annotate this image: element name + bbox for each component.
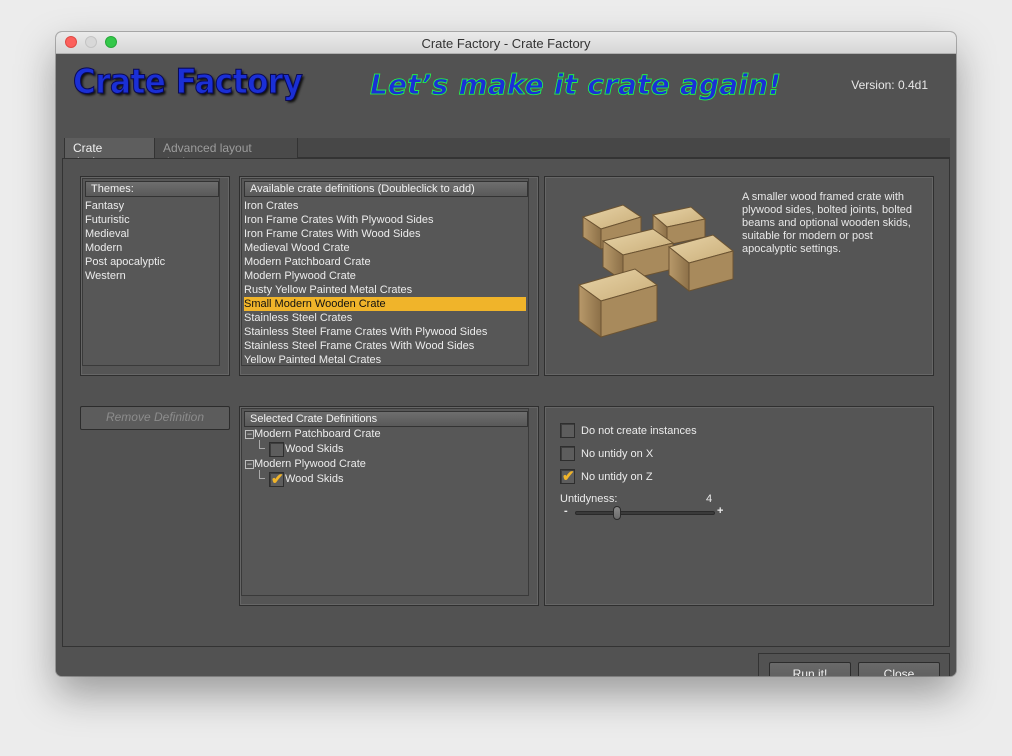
preview-box: A smaller wood framed crate with plywood… bbox=[544, 176, 934, 376]
crate-definition-item[interactable]: Iron Frame Crates With Wood Sides bbox=[244, 227, 526, 241]
collapse-icon[interactable]: − bbox=[245, 460, 254, 469]
available-header: Available crate definitions (Doubleclick… bbox=[244, 181, 528, 197]
crate-definition-item[interactable]: Small Modern Wooden Crate bbox=[244, 297, 526, 311]
app-logo: Crate Factory bbox=[72, 62, 303, 102]
theme-item[interactable]: Modern bbox=[85, 241, 122, 255]
crate-definition-item[interactable]: Iron Crates bbox=[244, 199, 526, 213]
crate-definition-item[interactable]: Modern Plywood Crate bbox=[244, 269, 526, 283]
crate-definition-item[interactable]: Stainless Steel Crates bbox=[244, 311, 526, 325]
no-untidy-z-label: No untidy on Z bbox=[581, 471, 653, 483]
untidyness-value: 4 bbox=[706, 493, 713, 505]
crate-definition-item[interactable]: Stainless Steel Frame Crates With Plywoo… bbox=[244, 325, 526, 339]
collapse-icon[interactable]: − bbox=[245, 430, 254, 439]
theme-item[interactable]: Futuristic bbox=[85, 213, 130, 227]
crate-preview-image bbox=[577, 204, 735, 338]
theme-item[interactable]: Post apocalyptic bbox=[85, 255, 165, 269]
theme-item[interactable]: Western bbox=[85, 269, 126, 283]
crate-definition-item[interactable]: Modern Patchboard Crate bbox=[244, 255, 526, 269]
crate-definition-item[interactable]: Iron Frame Crates With Plywood Sides bbox=[244, 213, 526, 227]
window-title: Crate Factory - Crate Factory bbox=[421, 36, 591, 51]
wood-skids-checkbox-2[interactable]: ✔ bbox=[269, 471, 284, 488]
crate-definition-item[interactable]: Stainless Steel Frame Crates With Wood S… bbox=[244, 339, 526, 353]
selected-defs-box: Selected Crate Definitions − Modern Patc… bbox=[239, 406, 539, 606]
tree-connector bbox=[259, 440, 260, 448]
tree-node-patchboard[interactable]: Modern Patchboard Crate bbox=[254, 428, 381, 440]
crate-definition-item[interactable]: Yellow Painted Metal Crates bbox=[244, 353, 526, 367]
tree-leaf-wood-skids-2: Wood Skids bbox=[285, 473, 344, 485]
selected-header: Selected Crate Definitions bbox=[244, 411, 528, 427]
version-label: Version: 0.4d1 bbox=[851, 78, 928, 92]
tree-connector bbox=[259, 448, 265, 449]
main-content: Crate Factory Let’s make it crate again!… bbox=[56, 54, 956, 676]
check-icon: ✔ bbox=[271, 471, 284, 488]
no-instances-checkbox[interactable] bbox=[560, 423, 575, 438]
available-definitions-list[interactable]: Available crate definitions (Doubleclick… bbox=[241, 178, 529, 366]
available-box: Available crate definitions (Doubleclick… bbox=[239, 176, 539, 376]
tree-node-plywood[interactable]: Modern Plywood Crate bbox=[254, 458, 366, 470]
crate-shape bbox=[667, 234, 735, 293]
action-bar: Run it! Close bbox=[758, 653, 950, 676]
close-button[interactable]: Close bbox=[858, 662, 940, 676]
tree-connector bbox=[259, 470, 260, 478]
theme-item[interactable]: Fantasy bbox=[85, 199, 124, 213]
title-bar[interactable]: Crate Factory - Crate Factory bbox=[56, 32, 956, 54]
no-untidy-x-checkbox[interactable] bbox=[560, 446, 575, 461]
untidyness-slider-track[interactable] bbox=[575, 511, 715, 515]
no-instances-label: Do not create instances bbox=[581, 425, 697, 437]
themes-header: Themes: bbox=[85, 181, 219, 197]
no-untidy-x-label: No untidy on X bbox=[581, 448, 654, 460]
untidyness-slider-thumb[interactable] bbox=[613, 506, 621, 520]
run-button[interactable]: Run it! bbox=[769, 662, 851, 676]
themes-list[interactable]: Themes: Fantasy Futuristic Medieval Modern P… bbox=[82, 178, 220, 366]
plus-icon: + bbox=[717, 505, 724, 517]
tab-bar: Crate designs Advanced layout design bbox=[64, 138, 950, 169]
crate-definition-item[interactable]: Medieval Wood Crate bbox=[244, 241, 526, 255]
themes-box: Themes: Fantasy Futuristic Medieval Modern P… bbox=[80, 176, 230, 376]
untidyness-label: Untidyness: bbox=[560, 493, 618, 505]
check-icon: ✔ bbox=[562, 468, 575, 485]
wood-skids-checkbox-1[interactable] bbox=[269, 442, 284, 457]
crate-description: A smaller wood framed crate with plywood… bbox=[742, 191, 912, 255]
app-window: Crate Factory - Crate Factory Crate Fact… bbox=[56, 32, 956, 676]
crate-definition-item[interactable]: Rusty Yellow Painted Metal Crates bbox=[244, 283, 526, 297]
theme-item[interactable]: Medieval bbox=[85, 227, 129, 241]
tree-connector bbox=[259, 478, 265, 479]
remove-definition-button[interactable]: Remove Definition bbox=[80, 406, 230, 430]
app-slogan: Let’s make it crate again! bbox=[370, 68, 782, 102]
crate-designs-panel: Themes: Fantasy Futuristic Medieval Modern P… bbox=[62, 158, 950, 647]
selected-definitions-tree[interactable]: Selected Crate Definitions − Modern Patc… bbox=[241, 408, 529, 596]
tab-advanced-layout[interactable]: Advanced layout design bbox=[155, 138, 298, 169]
options-box: Do not create instances No untidy on X ✔… bbox=[544, 406, 934, 606]
tab-crate-designs[interactable]: Crate designs bbox=[64, 138, 155, 169]
minus-icon: - bbox=[564, 505, 568, 517]
tree-leaf-wood-skids-1: Wood Skids bbox=[285, 443, 344, 455]
crate-shape bbox=[577, 268, 659, 338]
no-untidy-z-checkbox[interactable]: ✔ bbox=[560, 468, 575, 485]
